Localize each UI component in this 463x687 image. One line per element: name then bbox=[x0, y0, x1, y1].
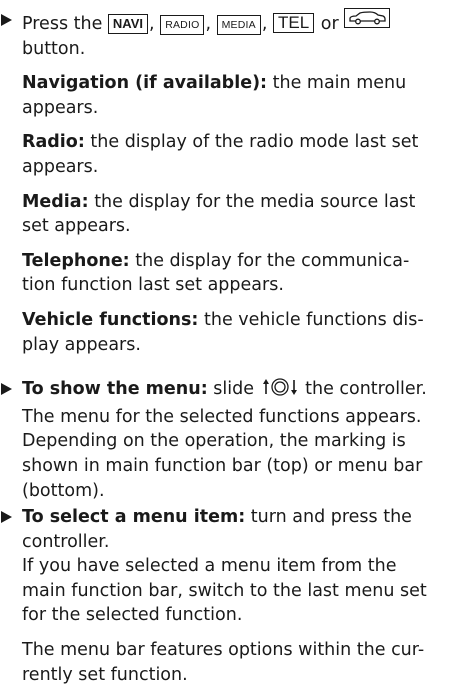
or-word: or bbox=[320, 14, 339, 34]
result-vehicle-functions: Vehicle functions: the vehicle functions… bbox=[22, 308, 459, 357]
radio-key: RADIO bbox=[160, 15, 205, 35]
vehicle-key bbox=[344, 8, 391, 28]
result-media: Media: the display for the media source … bbox=[22, 190, 459, 239]
comma: , bbox=[261, 14, 268, 34]
step-label: To show the menu: bbox=[22, 379, 208, 400]
result-text: play appears. bbox=[22, 334, 141, 355]
step-text: Depending on the operation, the marking … bbox=[22, 431, 406, 452]
step-label: To select a menu item: bbox=[22, 507, 246, 528]
result-text: tion function last set appears. bbox=[22, 275, 284, 296]
step-text: (bottom). bbox=[22, 480, 105, 501]
instruction-page: Press the NAVI, RADIO, MEDIA, TEL or but… bbox=[0, 8, 463, 687]
result-text: the display for the communica- bbox=[129, 250, 410, 271]
step-text: If you have selected a menu item from th… bbox=[22, 556, 397, 577]
result-label: Navigation (if available): bbox=[22, 73, 268, 94]
result-text: the vehicle functions dis- bbox=[198, 309, 424, 330]
menu-bar-note: The menu bar features options within the… bbox=[22, 638, 459, 687]
result-text: appears. bbox=[22, 156, 99, 177]
tel-key: TEL bbox=[273, 13, 315, 33]
result-text: the main menu bbox=[267, 73, 407, 94]
result-label: Vehicle functions: bbox=[22, 309, 199, 330]
result-text: the display of the radio mode last set bbox=[84, 132, 419, 153]
button-word: button. bbox=[22, 38, 86, 59]
media-key: MEDIA bbox=[216, 15, 261, 35]
result-telephone: Telephone: the display for the communica… bbox=[22, 249, 459, 298]
result-navigation: Navigation (if available): the main menu… bbox=[22, 71, 459, 120]
result-text: the display for the media source last bbox=[88, 191, 416, 212]
step-press-button: Press the NAVI, RADIO, MEDIA, TEL or but… bbox=[0, 8, 463, 357]
result-radio: Radio: the display of the radio mode las… bbox=[22, 130, 459, 179]
step-text: for the selected function. bbox=[22, 605, 243, 626]
comma: , bbox=[205, 14, 212, 34]
navi-key: NAVI bbox=[107, 14, 149, 34]
result-label: Media: bbox=[22, 191, 89, 212]
result-label: Radio: bbox=[22, 132, 85, 153]
result-label: Telephone: bbox=[22, 250, 130, 271]
step-text: turn and press the bbox=[245, 507, 412, 528]
car-icon bbox=[349, 11, 386, 25]
step-arrow-icon bbox=[0, 505, 18, 529]
step-text: the controller. bbox=[299, 379, 427, 400]
step-text: rently set function. bbox=[22, 664, 188, 685]
step-text: shown in main function bar (top) or menu… bbox=[22, 455, 423, 476]
step-arrow-icon bbox=[0, 8, 18, 32]
step-select-menu-item: To select a menu item: turn and press th… bbox=[0, 505, 463, 687]
step1-first-line: Press the NAVI, RADIO, MEDIA, TEL or bbox=[22, 8, 459, 37]
step-text: main function bar, switch to the last me… bbox=[22, 580, 427, 601]
step-arrow-icon bbox=[0, 377, 18, 401]
controller-slide-icon bbox=[262, 377, 298, 405]
press-word: Press the bbox=[22, 14, 103, 34]
result-text: set appears. bbox=[22, 216, 131, 237]
step-text: slide bbox=[207, 379, 260, 400]
comma: , bbox=[149, 14, 155, 34]
result-text: appears. bbox=[22, 97, 99, 118]
step-text: controller. bbox=[22, 531, 110, 552]
step-text: The menu for the selected functions appe… bbox=[22, 406, 422, 427]
step-show-menu: To show the menu: slide the controller. … bbox=[0, 377, 463, 503]
step-text: The menu bar features options within the… bbox=[22, 640, 425, 661]
